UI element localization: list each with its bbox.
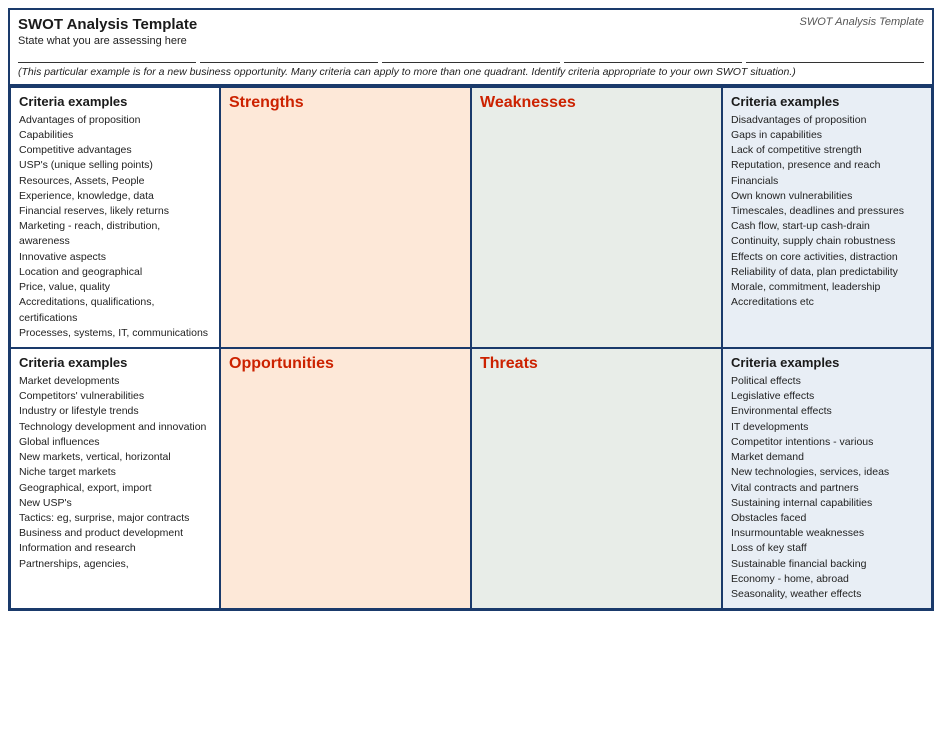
swot-grid: Criteria examples Advantages of proposit…: [10, 85, 932, 610]
list-item: Sustainable financial backing: [731, 557, 923, 572]
list-item: Effects on core activities, distraction: [731, 250, 923, 265]
swot-template: SWOT Analysis Template SWOT Analysis Tem…: [8, 8, 934, 611]
list-item: New USP's: [19, 496, 211, 511]
list-item: Obstacles faced: [731, 511, 923, 526]
criteria-opportunities-list: Market developmentsCompetitors' vulnerab…: [19, 374, 211, 572]
list-item: Marketing - reach, distribution, awarene…: [19, 219, 211, 249]
header: SWOT Analysis Template SWOT Analysis Tem…: [10, 10, 932, 85]
list-item: Market demand: [731, 450, 923, 465]
list-item: Competitors' vulnerabilities: [19, 389, 211, 404]
list-item: Price, value, quality: [19, 280, 211, 295]
list-item: Reliability of data, plan predictability: [731, 265, 923, 280]
weaknesses-quadrant: Weaknesses: [471, 87, 722, 348]
list-item: New technologies, services, ideas: [731, 465, 923, 480]
description: (This particular example is for a new bu…: [18, 65, 924, 80]
strengths-header: Strengths: [229, 94, 462, 112]
criteria-threats-header: Criteria examples: [731, 355, 923, 370]
criteria-weaknesses-list: Disadvantages of propositionGaps in capa…: [731, 113, 923, 311]
list-item: Lack of competitive strength: [731, 143, 923, 158]
list-item: Competitor intentions - various: [731, 435, 923, 450]
list-item: New markets, vertical, horizontal: [19, 450, 211, 465]
weaknesses-header: Weaknesses: [480, 94, 713, 112]
list-item: Geographical, export, import: [19, 481, 211, 496]
list-item: Information and research: [19, 541, 211, 556]
criteria-threats-list: Political effectsLegislative effectsEnvi…: [731, 374, 923, 602]
list-item: Political effects: [731, 374, 923, 389]
list-item: Cash flow, start-up cash-drain: [731, 219, 923, 234]
list-item: Resources, Assets, People: [19, 174, 211, 189]
list-item: Business and product development: [19, 526, 211, 541]
list-item: Technology development and innovation: [19, 420, 211, 435]
list-item: Financial reserves, likely returns: [19, 204, 211, 219]
list-item: Insurmountable weaknesses: [731, 526, 923, 541]
list-item: Accreditations, qualifications, certific…: [19, 295, 211, 325]
list-item: Innovative aspects: [19, 250, 211, 265]
criteria-weaknesses-header: Criteria examples: [731, 94, 923, 109]
list-item: Market developments: [19, 374, 211, 389]
opportunities-header: Opportunities: [229, 355, 462, 373]
list-item: Morale, commitment, leadership: [731, 280, 923, 295]
criteria-strengths-list: Advantages of propositionCapabilitiesCom…: [19, 113, 211, 341]
list-item: Environmental effects: [731, 404, 923, 419]
list-item: Financials: [731, 174, 923, 189]
criteria-weaknesses: Criteria examples Disadvantages of propo…: [722, 87, 932, 348]
list-item: Processes, systems, IT, communications: [19, 326, 211, 341]
list-item: Capabilities: [19, 128, 211, 143]
list-item: Industry or lifestyle trends: [19, 404, 211, 419]
criteria-strengths: Criteria examples Advantages of proposit…: [10, 87, 220, 348]
list-item: Experience, knowledge, data: [19, 189, 211, 204]
list-item: IT developments: [731, 420, 923, 435]
list-item: Seasonality, weather effects: [731, 587, 923, 602]
list-item: Vital contracts and partners: [731, 481, 923, 496]
strengths-quadrant: Strengths: [220, 87, 471, 348]
threats-header: Threats: [480, 355, 713, 373]
list-item: Loss of key staff: [731, 541, 923, 556]
criteria-opportunities-header: Criteria examples: [19, 355, 211, 370]
list-item: Competitive advantages: [19, 143, 211, 158]
subtitle: State what you are assessing here: [18, 35, 924, 63]
list-item: Location and geographical: [19, 265, 211, 280]
list-item: Disadvantages of proposition: [731, 113, 923, 128]
list-item: Economy - home, abroad: [731, 572, 923, 587]
watermark: SWOT Analysis Template: [799, 16, 924, 28]
main-title: SWOT Analysis Template: [18, 16, 197, 33]
list-item: Timescales, deadlines and pressures: [731, 204, 923, 219]
list-item: Legislative effects: [731, 389, 923, 404]
criteria-threats: Criteria examples Political effectsLegis…: [722, 348, 932, 609]
opportunities-quadrant: Opportunities: [220, 348, 471, 609]
list-item: Own known vulnerabilities: [731, 189, 923, 204]
list-item: USP's (unique selling points): [19, 158, 211, 173]
list-item: Partnerships, agencies,: [19, 557, 211, 572]
criteria-opportunities: Criteria examples Market developmentsCom…: [10, 348, 220, 609]
list-item: Tactics: eg, surprise, major contracts: [19, 511, 211, 526]
list-item: Global influences: [19, 435, 211, 450]
list-item: Reputation, presence and reach: [731, 158, 923, 173]
threats-quadrant: Threats: [471, 348, 722, 609]
criteria-strengths-header: Criteria examples: [19, 94, 211, 109]
list-item: Advantages of proposition: [19, 113, 211, 128]
list-item: Niche target markets: [19, 465, 211, 480]
list-item: Gaps in capabilities: [731, 128, 923, 143]
list-item: Accreditations etc: [731, 295, 923, 310]
list-item: Continuity, supply chain robustness: [731, 234, 923, 249]
list-item: Sustaining internal capabilities: [731, 496, 923, 511]
